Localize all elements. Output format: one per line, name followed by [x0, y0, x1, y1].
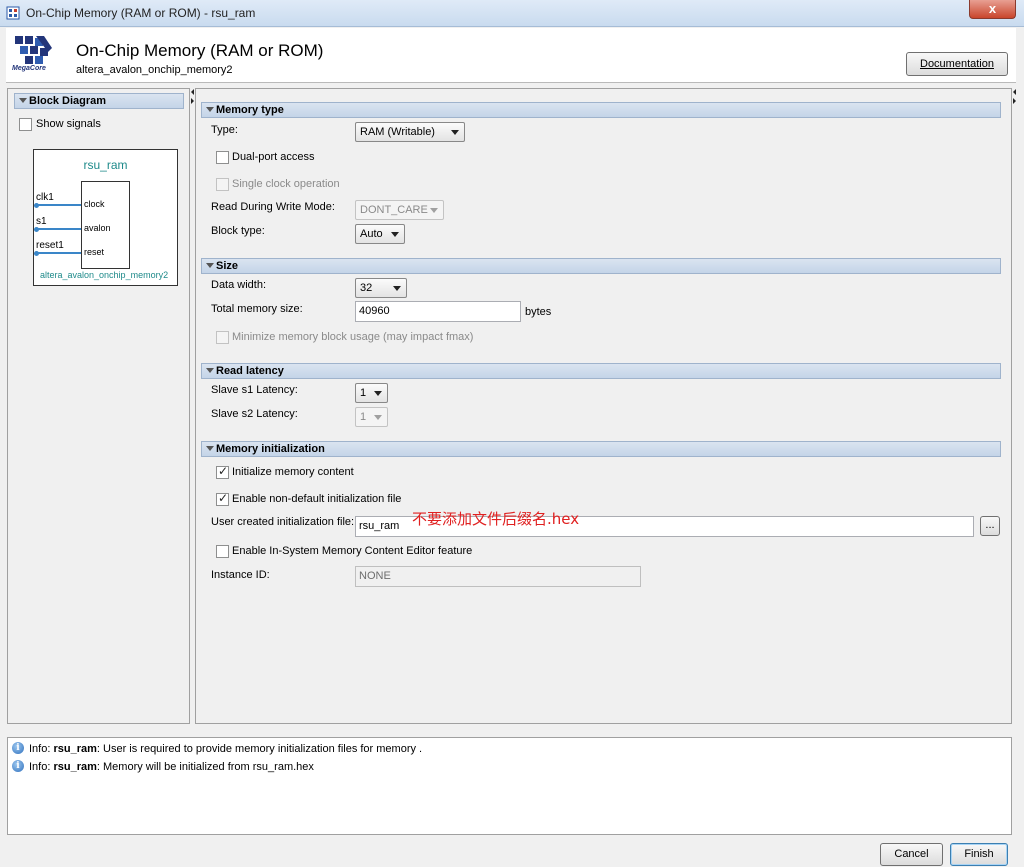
port-internal-clock: clock	[84, 199, 105, 209]
port-connection-line	[36, 252, 81, 254]
scroll-arrow-icon[interactable]	[1012, 88, 1017, 108]
port-connector-dot	[34, 251, 39, 256]
non-default-init-file-label: Enable non-default initialization file	[232, 493, 402, 505]
read-during-write-value: DONT_CARE	[360, 204, 428, 216]
read-latency-section-header[interactable]: Read latency	[201, 363, 1001, 379]
slave-s2-latency-label: Slave s2 Latency:	[211, 408, 298, 420]
app-icon	[6, 6, 20, 20]
total-memory-size-input[interactable]: 40960	[355, 301, 521, 322]
memory-type-section-header[interactable]: Memory type	[201, 102, 1001, 118]
browse-file-button[interactable]: ...	[980, 516, 1000, 536]
block-symbol: clock avalon reset	[81, 181, 130, 269]
message-source: rsu_ram	[53, 761, 97, 773]
non-default-init-file-checkbox[interactable]	[216, 491, 229, 506]
finish-button[interactable]: Finish	[950, 843, 1008, 866]
documentation-button[interactable]: Documentation	[906, 52, 1008, 76]
message-line: Info: rsu_ram: User is required to provi…	[29, 743, 422, 755]
message-prefix: Info:	[29, 761, 54, 773]
wizard-header: MegaCore On-Chip Memory (RAM or ROM) alt…	[6, 28, 1016, 83]
port-connection-line	[36, 204, 81, 206]
message-line: Info: rsu_ram: Memory will be initialize…	[29, 761, 314, 773]
type-select[interactable]: RAM (Writable)	[355, 122, 465, 142]
block-type-select[interactable]: Auto	[355, 224, 405, 244]
dual-port-checkbox[interactable]	[216, 151, 229, 164]
show-signals-label: Show signals	[36, 118, 101, 130]
slave-s1-latency-select[interactable]: 1	[355, 383, 388, 403]
window-title: On-Chip Memory (RAM or ROM) - rsu_ram	[26, 6, 256, 20]
message-text: : User is required to provide memory ini…	[96, 743, 423, 755]
initialize-memory-content-checkbox[interactable]	[216, 464, 229, 479]
chevron-down-icon	[451, 130, 459, 135]
block-type-value: Auto	[360, 228, 383, 240]
type-select-value: RAM (Writable)	[360, 126, 435, 138]
chevron-down-icon	[391, 232, 399, 237]
minimize-block-usage-checkbox[interactable]	[216, 331, 229, 344]
read-during-write-select[interactable]: DONT_CARE	[355, 200, 444, 220]
port-connector-dot	[34, 203, 39, 208]
chevron-down-icon	[393, 286, 401, 291]
port-external-reset1: reset1	[36, 240, 64, 251]
message-log: i Info: rsu_ram: User is required to pro…	[7, 737, 1012, 835]
slave-s1-latency-label: Slave s1 Latency:	[211, 384, 298, 396]
slave-s2-latency-value: 1	[360, 411, 367, 423]
block-diagram-section-header[interactable]: Block Diagram	[14, 93, 184, 109]
slave-s2-latency-select[interactable]: 1	[355, 407, 388, 427]
minimize-block-usage-label: Minimize memory block usage (may impact …	[232, 331, 474, 343]
window-title-bar: On-Chip Memory (RAM or ROM) - rsu_ram x	[0, 0, 1024, 27]
instance-id-label: Instance ID:	[211, 569, 270, 581]
page-title: On-Chip Memory (RAM or ROM)	[76, 41, 324, 60]
block-diagram-panel: Block Diagram Show signals rsu_ram clock…	[7, 88, 190, 724]
handwritten-annotation: 不要添加文件后缀名.hex	[412, 510, 580, 528]
show-signals-checkbox[interactable]	[19, 118, 32, 131]
window-close-button[interactable]: x	[969, 0, 1016, 19]
read-during-write-label: Read During Write Mode:	[211, 201, 335, 213]
instance-id-input[interactable]: NONE	[355, 566, 641, 587]
total-memory-size-unit: bytes	[525, 306, 552, 318]
slave-s1-latency-value: 1	[360, 387, 367, 399]
parameters-panel: Memory type Type: RAM (Writable) Dual-po…	[195, 88, 1012, 724]
info-icon: i	[12, 760, 24, 772]
initialize-memory-content-label: Initialize memory content	[232, 466, 354, 478]
chevron-down-icon	[374, 391, 382, 396]
chevron-down-icon	[430, 208, 438, 213]
data-width-select[interactable]: 32	[355, 278, 407, 298]
message-prefix: Info:	[29, 743, 54, 755]
port-connector-dot	[34, 227, 39, 232]
port-connection-line	[36, 228, 81, 230]
data-width-value: 32	[360, 282, 373, 294]
data-width-label: Data width:	[211, 279, 267, 291]
block-diagram: rsu_ram clock avalon reset clk1 s1 reset…	[33, 149, 178, 286]
user-init-file-label: User created initialization file:	[211, 516, 355, 528]
block-instance-name: rsu_ram	[83, 158, 128, 172]
in-system-editor-checkbox[interactable]	[216, 545, 229, 558]
port-internal-reset: reset	[84, 247, 105, 257]
single-clock-label: Single clock operation	[232, 178, 340, 190]
port-internal-avalon: avalon	[84, 223, 111, 233]
chevron-down-icon	[374, 415, 382, 420]
type-label: Type:	[211, 124, 238, 136]
component-name: altera_avalon_onchip_memory2	[76, 64, 233, 76]
message-source: rsu_ram	[53, 743, 97, 755]
cancel-button[interactable]: Cancel	[880, 843, 943, 866]
size-section-header[interactable]: Size	[201, 258, 1001, 274]
memory-initialization-section-header[interactable]: Memory initialization	[201, 441, 1001, 457]
single-clock-checkbox[interactable]	[216, 178, 229, 191]
dual-port-label: Dual-port access	[232, 151, 315, 163]
message-text: : Memory will be initialized from rsu_ra…	[96, 761, 314, 773]
in-system-editor-label: Enable In-System Memory Content Editor f…	[232, 545, 473, 557]
info-icon: i	[12, 742, 24, 754]
block-type-label: Block type:	[211, 225, 265, 237]
total-memory-size-label: Total memory size:	[211, 303, 303, 315]
port-external-clk1: clk1	[36, 192, 54, 203]
megacore-logo-text: MegaCore	[12, 65, 46, 72]
port-external-s1: s1	[36, 216, 47, 227]
block-module-name: altera_avalon_onchip_memory2	[40, 270, 169, 280]
